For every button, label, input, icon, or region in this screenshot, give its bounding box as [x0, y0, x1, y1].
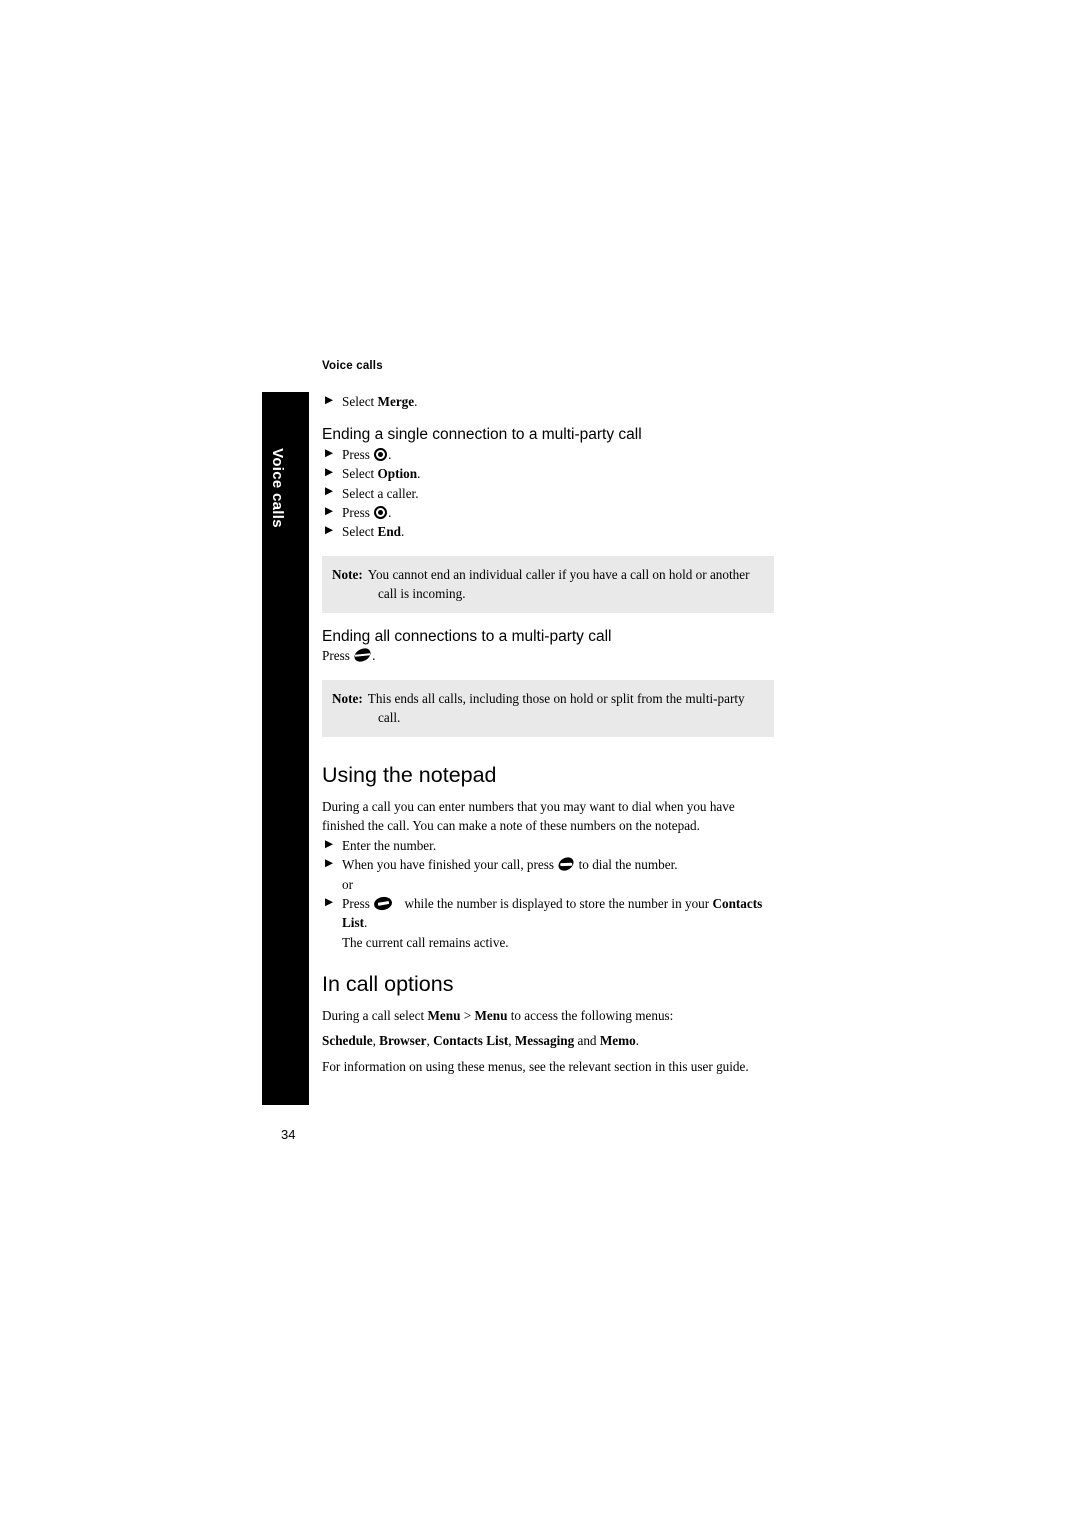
triangle-bullet-icon: ▶ [325, 394, 334, 406]
note-label: Note: [332, 690, 363, 706]
end-call-key-icon [352, 646, 373, 665]
store-key-icon [373, 895, 394, 912]
list-item: ▶ When you have finished your call, press… [322, 854, 774, 874]
step-suffix: . [363, 915, 368, 931]
heading-ending-all-connections: Ending all connections to a multi-party … [322, 628, 612, 646]
nav-key-icon [374, 447, 388, 461]
step-suffix: . [414, 394, 418, 409]
step-prefix: Press [342, 446, 374, 462]
menu-item-contacts-list: Contacts List [433, 1033, 509, 1049]
notepad-step-list: ▶ Enter the number. ▶ When you have finish… [322, 836, 774, 933]
triangle-bullet-icon: ▶ [325, 858, 334, 869]
triangle-bullet-icon: ▶ [325, 838, 334, 850]
list-item: ▶ Select a caller. [322, 484, 774, 503]
note-text: Note: You cannot end an individual caller… [332, 565, 764, 603]
menu-item-schedule: Schedule [322, 1033, 373, 1049]
section-tab: Voice calls [262, 392, 309, 1105]
step-suffix: . [388, 446, 392, 462]
menu-item-memo: Memo [599, 1033, 636, 1049]
or-label: or [342, 876, 353, 892]
ending-single-step-list: ▶ Press . ▶ Select Option. ▶ Select a calle… [322, 445, 774, 542]
step-prefix: When you have finished your call, press [342, 857, 558, 873]
dial-key-icon [556, 854, 577, 874]
line-suffix: to access the following menus: [507, 1008, 674, 1023]
press-suffix: . [372, 648, 376, 664]
step-middle: while the number is displayed to store t… [401, 895, 713, 911]
list-item: ▶ Press while the number is displayed to … [322, 894, 774, 933]
list-item: ▶ Select Merge. [322, 392, 774, 411]
list-item: ▶ Press . [322, 503, 774, 522]
note-content: You cannot end an individual caller if y… [367, 566, 750, 601]
menu-separator: > [460, 1008, 475, 1023]
menu-item-browser: Browser [379, 1033, 427, 1049]
heading-ending-single-connection: Ending a single connection to a multi-pa… [322, 426, 642, 444]
notepad-intro-paragraph: During a call you can enter numbers that… [322, 798, 735, 834]
menu-label-1: Menu [427, 1008, 461, 1023]
note-box-ending-single: Note: You cannot end an individual caller… [322, 555, 774, 614]
line-prefix: During a call select [322, 1008, 428, 1023]
triangle-bullet-icon: ▶ [325, 896, 334, 908]
step-prefix: Press [342, 505, 374, 520]
conjunction: and [574, 1033, 600, 1049]
in-call-menu-items-line: Schedule, Browser, Contacts List, Messag… [322, 1031, 774, 1050]
step-bold: Merge [377, 394, 415, 409]
triangle-bullet-icon: ▶ [325, 525, 334, 537]
step-text: Enter the number. [342, 837, 437, 853]
running-head: Voice calls [322, 360, 383, 372]
heading-in-call-options: In call options [322, 972, 454, 997]
step-suffix: . [417, 466, 421, 482]
nav-key-icon [374, 506, 388, 519]
list-item: ▶ Select End. [322, 522, 774, 541]
list-item: ▶ Press . [322, 445, 774, 464]
step-prefix: Select [342, 524, 378, 540]
terminator: . [635, 1033, 639, 1049]
or-separator-label: or [322, 875, 774, 894]
step-bold: End [377, 524, 401, 540]
sep: , [508, 1033, 515, 1049]
triangle-bullet-icon: ▶ [325, 505, 334, 517]
press-end-key-line: Press . [322, 646, 774, 665]
in-call-menu-path-line: During a call select Menu > Menu to acce… [322, 1006, 774, 1025]
step-suffix: to dial the number. [575, 857, 678, 873]
menu-item-messaging: Messaging [514, 1033, 575, 1049]
step-prefix: Select [342, 466, 378, 482]
triangle-bullet-icon: ▶ [325, 486, 334, 498]
menu-label-2: Menu [474, 1008, 508, 1023]
step-suffix: . [388, 505, 392, 520]
step-prefix: Select [342, 394, 378, 409]
heading-using-the-notepad: Using the notepad [322, 763, 497, 788]
content-column: ▶ Select Merge. Ending a single connectio… [322, 392, 774, 1076]
in-call-options-footer-line: For information on using these menus, se… [322, 1058, 749, 1074]
note-box-ending-all: Note: This ends all calls, including thos… [322, 679, 774, 738]
note-label: Note: [332, 566, 363, 582]
step-prefix: Select a caller. [342, 485, 419, 501]
note-content: This ends all calls, including those on … [367, 690, 745, 726]
list-item: ▶ Enter the number. [322, 836, 774, 855]
step-suffix: . [401, 524, 405, 540]
step-bold: Option [377, 466, 418, 482]
page-number: 34 [281, 1127, 296, 1142]
press-prefix: Press [322, 648, 354, 664]
triangle-bullet-icon: ▶ [325, 467, 334, 479]
merge-step-list: ▶ Select Merge. [322, 392, 774, 411]
step-prefix: Press [342, 895, 374, 911]
note-text: Note: This ends all calls, including thos… [332, 689, 764, 727]
list-item: ▶ Select Option. [322, 464, 774, 483]
notepad-step3-continuation: The current call remains active. [342, 934, 509, 950]
manual-page: Voice calls Voice calls ▶ Select Merge. E… [0, 0, 1080, 1528]
triangle-bullet-icon: ▶ [325, 447, 334, 459]
section-tab-label: Voice calls [268, 448, 286, 528]
